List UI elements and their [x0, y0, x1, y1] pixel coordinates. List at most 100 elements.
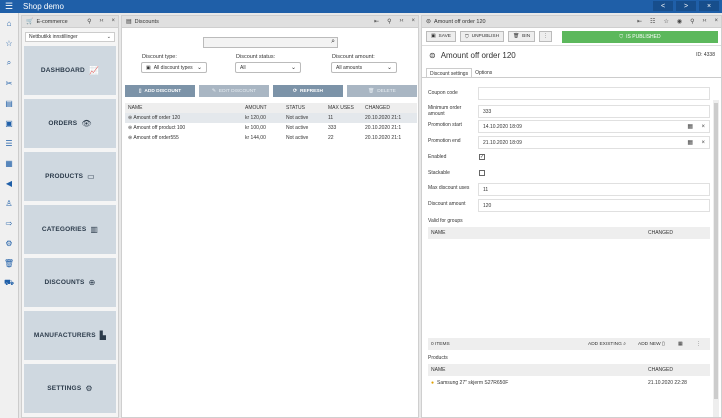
enabled-checkbox[interactable]: ✓ [479, 154, 485, 160]
grid-icon[interactable]: ▦ [0, 153, 18, 173]
star-icon[interactable]: ☆ [0, 33, 18, 53]
floppy-icon: ▣ [431, 34, 436, 39]
col-max-uses[interactable]: MAX USES [325, 103, 362, 113]
tile-products[interactable]: PRODUCTS ▭ [24, 152, 116, 201]
tile-orders[interactable]: ORDERS 👁 [24, 99, 116, 148]
refresh-button[interactable]: ⟳ REFRESH [273, 85, 343, 97]
search-icon[interactable]: ⌕ [331, 38, 335, 46]
add-discount-button[interactable]: ▯ ADD DISCOUNT [125, 85, 195, 97]
receipt-icon[interactable]: ▤ [0, 93, 18, 113]
tile-categories[interactable]: CATEGORIES ▥ [24, 205, 116, 254]
col-amount[interactable]: AMOUNT [242, 103, 283, 113]
table-row[interactable]: ⊜ Amount off order 120 kr 120,00 Not act… [125, 113, 417, 123]
gear-icon[interactable]: ⚙ [0, 233, 18, 253]
products-col-changed[interactable]: CHANGED [648, 367, 673, 373]
star-icon[interactable]: ☆ [663, 18, 668, 25]
table-row[interactable]: ⊜ Amount off order555 kr 144,00 Not acti… [125, 133, 417, 143]
cart-icon: 🛒 [26, 19, 34, 25]
close-icon[interactable]: × [714, 18, 718, 25]
scrollbar-thumb[interactable] [714, 103, 718, 399]
tile-dashboard[interactable]: DASHBOARD 📈 [24, 46, 116, 95]
detail-toolbar: ▣ SAVE ⛉ UNPUBLISH 🗑 BIN ⋮ ⛉ IS PUBLISHED [422, 28, 721, 46]
eye-icon[interactable]: ◉ [677, 18, 682, 25]
tile-settings[interactable]: SETTINGS ⚙ [24, 364, 116, 413]
discount-amount-label: Discount amount: [332, 54, 375, 60]
promotion-start-input[interactable]: 14.10.2020 18:09 ▦ × [478, 120, 710, 133]
collapse-icon[interactable]: ›‹ [702, 18, 706, 25]
save-button[interactable]: ▣ SAVE [426, 31, 456, 42]
store-select[interactable]: Nettbutikk innstillinger ⌄ [25, 32, 115, 42]
stackable-checkbox[interactable] [479, 170, 485, 176]
more-icon[interactable]: ⋮ [696, 342, 701, 347]
tab-discount-settings[interactable]: Discount settings [426, 68, 473, 77]
published-status-button[interactable]: ⛉ IS PUBLISHED [562, 30, 718, 43]
close-icon[interactable]: × [111, 18, 115, 25]
discount-type-select[interactable]: ▣ All discount types ⌄ [141, 62, 207, 73]
close-all-button[interactable]: × [699, 1, 719, 11]
tile-manufacturers[interactable]: MANUFACTURERS ▙ [24, 311, 116, 360]
product-changed: 21.10.2020 22:28 [648, 380, 687, 386]
trash-icon[interactable]: 🗑 [0, 253, 18, 273]
discount-amount-label: Discount amount [428, 201, 466, 207]
search-input[interactable]: ⌕ [203, 37, 338, 48]
forward-button[interactable]: > [676, 1, 696, 11]
table-row[interactable]: ● Samsung 27" skjerm S27R650F 21.10.2020… [428, 376, 710, 390]
tools-icon[interactable]: ✂ [0, 73, 18, 93]
tab-options[interactable]: Options [472, 68, 495, 77]
stamp-icon[interactable]: ♙ [0, 193, 18, 213]
expand-left-icon[interactable]: ⇤ [374, 18, 379, 25]
cart-icon[interactable]: ⛟ [0, 273, 18, 293]
box-icon[interactable]: ▣ [0, 113, 18, 133]
columns-icon[interactable]: ▦ [678, 342, 683, 347]
promotion-end-input[interactable]: 21.10.2020 18:09 ▦ × [478, 136, 710, 149]
pin-icon[interactable]: ⚲ [690, 18, 694, 25]
cell-name: ⊜ Amount off order 120 [125, 113, 242, 123]
more-options-button[interactable]: ⋮ [539, 31, 552, 42]
calendar-icon[interactable]: ▦ [687, 123, 693, 130]
add-new-button[interactable]: ADD NEW ▯ [638, 342, 665, 347]
bin-button[interactable]: 🗑 BIN [508, 31, 536, 42]
min-amount-input[interactable]: 333 [478, 105, 710, 118]
collapse-icon[interactable]: ›‹ [399, 18, 403, 25]
add-existing-button[interactable]: ADD EXISTING ⌕ [588, 341, 626, 347]
discount-amount-input[interactable]: 120 [478, 199, 710, 212]
pin-icon[interactable]: ⚲ [87, 18, 91, 25]
edit-discount-button[interactable]: ✎ EDIT DISCOUNT [199, 85, 269, 97]
col-name[interactable]: NAME [125, 103, 242, 113]
pin-icon[interactable]: ⚲ [387, 18, 391, 25]
coupon-code-input[interactable] [478, 87, 710, 100]
discount-status-select[interactable]: All ⌄ [235, 62, 301, 73]
promotion-end-row: Promotion end 21.10.2020 18:09 ▦ × [428, 136, 710, 149]
tile-discounts[interactable]: DISCOUNTS ⊕ [24, 258, 116, 307]
list-icon[interactable]: ☰ [0, 133, 18, 153]
hamburger-menu-icon[interactable]: ☰ [0, 1, 18, 12]
collapse-icon[interactable]: ›‹ [99, 18, 103, 25]
expand-left-icon[interactable]: ⇤ [637, 18, 642, 25]
groups-col-changed[interactable]: CHANGED [648, 230, 673, 236]
add-new-label: ADD NEW [638, 341, 661, 347]
col-changed[interactable]: CHANGED [362, 103, 417, 113]
col-status[interactable]: STATUS [283, 103, 325, 113]
cell-max-uses: 22 [328, 135, 334, 141]
back-button[interactable]: < [653, 1, 673, 11]
trash-icon: 🗑 [368, 88, 375, 94]
tile-label: PRODUCTS [45, 173, 84, 180]
table-row[interactable]: ⊜ Amount off product 100 kr 100,00 Not a… [125, 123, 417, 133]
delete-button[interactable]: 🗑 DELETE [347, 85, 417, 97]
products-col-name[interactable]: NAME [431, 367, 445, 373]
home-icon[interactable]: ⌂ [0, 13, 18, 33]
unpublish-button[interactable]: ⛉ UNPUBLISH [460, 31, 505, 42]
clear-icon[interactable]: × [701, 140, 705, 146]
megaphone-icon[interactable]: ◀ [0, 173, 18, 193]
discount-amount-select[interactable]: All amounts ⌄ [331, 62, 397, 73]
max-uses-input[interactable]: 11 [478, 183, 710, 196]
close-icon[interactable]: × [411, 18, 415, 25]
truck-icon[interactable]: ⇨ [0, 213, 18, 233]
groups-col-name[interactable]: NAME [431, 230, 445, 236]
clear-icon[interactable]: × [701, 124, 705, 130]
hierarchy-icon[interactable]: ☷ [650, 18, 655, 25]
scrollbar[interactable] [713, 100, 719, 417]
discount-icon: ⊜ [426, 19, 432, 25]
search-icon[interactable]: ⌕ [0, 53, 18, 73]
calendar-icon[interactable]: ▦ [687, 139, 693, 146]
